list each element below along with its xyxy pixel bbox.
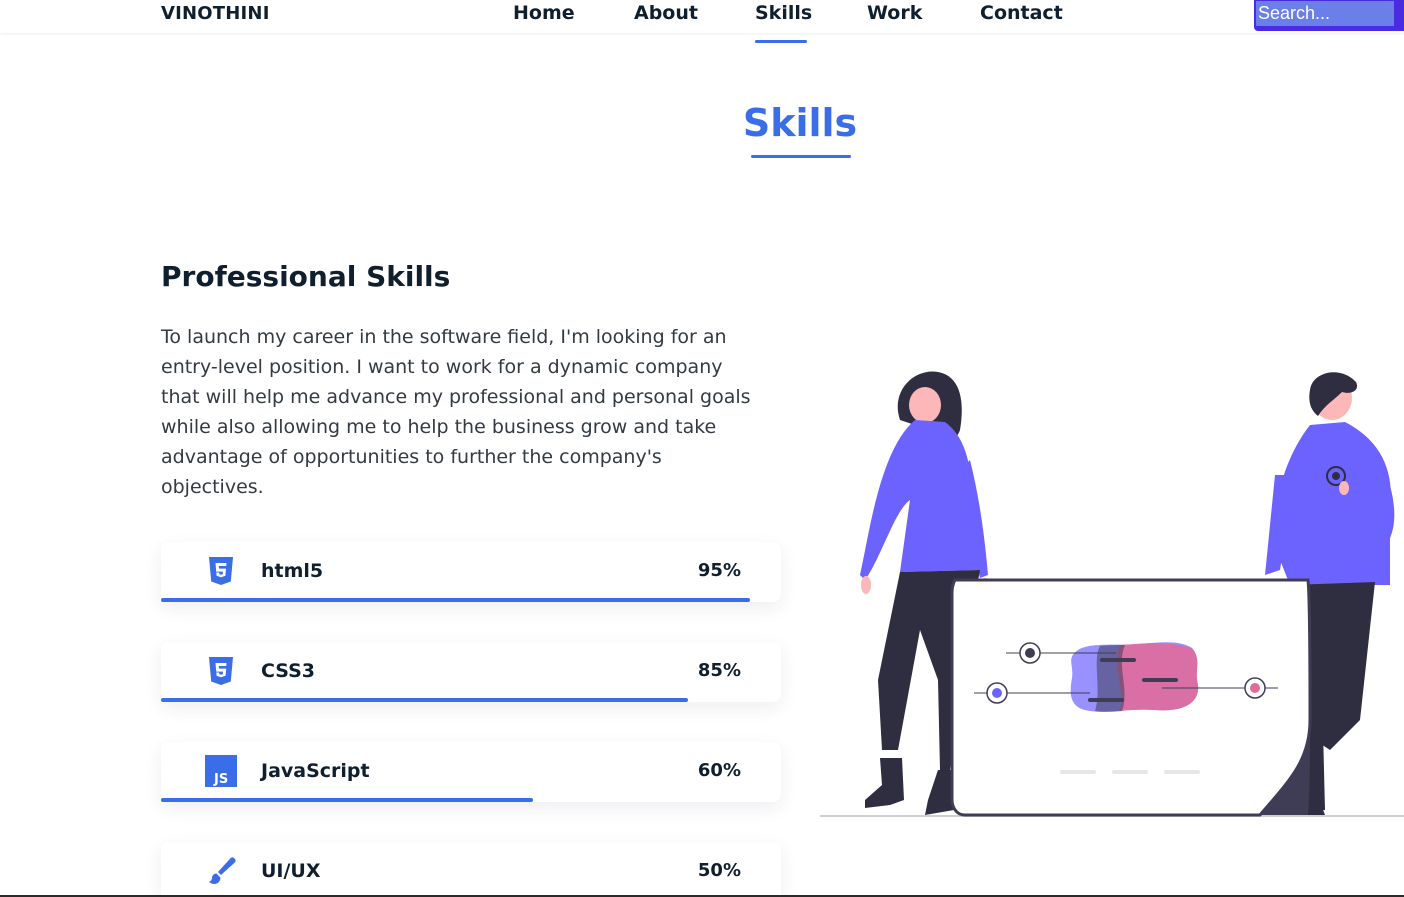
skill-name: UI/UX <box>261 860 321 882</box>
main-nav: Home About Skills Work Contact <box>0 2 1404 33</box>
skill-card-css3: CSS3 85% <box>161 642 781 702</box>
skill-name: JavaScript <box>261 760 370 782</box>
nav-home[interactable]: Home <box>513 2 575 24</box>
skill-percent: 60% <box>697 760 741 781</box>
search-container <box>1254 0 1404 31</box>
skill-card-html5: html5 95% <box>161 542 781 602</box>
html5-icon <box>209 557 233 585</box>
skill-progress-fill <box>161 798 533 802</box>
section-title-underline <box>751 155 851 158</box>
nav-about[interactable]: About <box>634 2 698 24</box>
skill-progress-track <box>161 798 781 802</box>
svg-text:JS: JS <box>213 772 228 787</box>
skill-percent: 50% <box>697 860 741 881</box>
search-input[interactable] <box>1256 1 1394 26</box>
skill-progress-track <box>161 698 781 702</box>
skill-percent: 85% <box>697 660 741 681</box>
skill-card-uiux: UI/UX 50% <box>161 842 781 897</box>
active-nav-indicator <box>755 40 807 43</box>
javascript-icon: JS <box>205 755 237 787</box>
skills-illustration <box>820 371 1404 817</box>
skill-progress-fill <box>161 598 750 602</box>
skill-card-javascript: JS JavaScript 60% <box>161 742 781 802</box>
skill-progress-track <box>161 598 781 602</box>
presentation-board <box>950 578 1312 817</box>
skills-description: To launch my career in the software fiel… <box>161 326 751 498</box>
nav-contact[interactable]: Contact <box>980 2 1063 24</box>
site-header: VINOTHINI Home About Skills Work Contact <box>0 0 1404 33</box>
nav-skills[interactable]: Skills <box>755 2 812 24</box>
skill-progress-fill <box>161 698 688 702</box>
section-title: Skills <box>742 101 858 145</box>
skill-name: CSS3 <box>261 660 316 682</box>
nav-work[interactable]: Work <box>867 2 922 24</box>
brush-icon <box>209 857 236 884</box>
css3-icon <box>209 657 233 685</box>
skill-percent: 95% <box>697 560 741 581</box>
professional-skills-heading: Professional Skills <box>161 260 451 293</box>
skill-name: html5 <box>261 560 324 582</box>
